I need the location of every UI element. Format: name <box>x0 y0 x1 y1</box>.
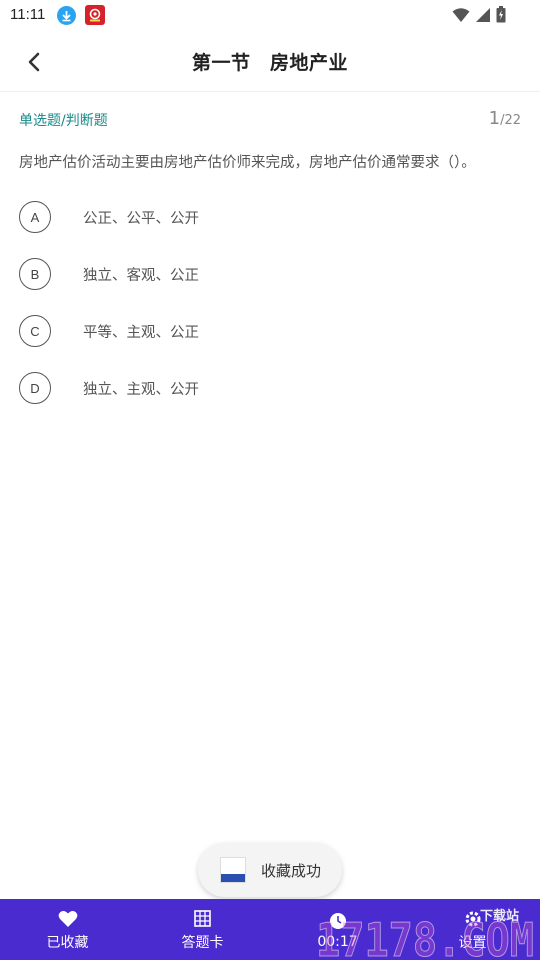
tab-favorites[interactable]: 已收藏 <box>0 899 135 960</box>
option-b[interactable]: B 独立、客观、公正 <box>19 257 519 291</box>
clock-icon <box>329 910 347 932</box>
tab-label: 答题卡 <box>181 934 224 951</box>
toast-text: 收藏成功 <box>261 861 322 880</box>
option-text: 平等、主观、公正 <box>83 324 199 341</box>
question-total: /22 <box>500 113 521 128</box>
tab-settings[interactable]: 设置 <box>405 899 540 960</box>
download-icon <box>57 6 76 25</box>
question-current-number: 1 <box>488 108 501 129</box>
option-a[interactable]: A 公正、公平、公开 <box>19 200 519 234</box>
page-title: 第一节 房地产业 <box>191 52 348 74</box>
question-type-label: 单选题/判断题 <box>19 113 108 129</box>
bottom-bar: 已收藏 答题卡 00:17 设置 <box>0 899 540 960</box>
app-logo-icon <box>220 857 246 883</box>
status-indicators <box>452 6 506 27</box>
status-bar: 11:11 <box>0 0 540 32</box>
tab-label: 设置 <box>458 934 487 951</box>
status-time: 11:11 <box>10 6 46 23</box>
option-d[interactable]: D 独立、主观、公开 <box>19 371 519 405</box>
option-text: 公正、公平、公开 <box>83 210 199 227</box>
option-letter: A <box>19 201 51 233</box>
signal-icon <box>475 7 491 27</box>
wifi-icon <box>452 7 470 27</box>
battery-icon <box>496 6 506 27</box>
question-progress: 1/22 <box>489 108 521 129</box>
option-text: 独立、主观、公开 <box>83 381 199 398</box>
tab-answer-card[interactable]: 答题卡 <box>135 899 270 960</box>
option-text: 独立、客观、公正 <box>83 267 199 284</box>
toast: 收藏成功 <box>198 843 342 897</box>
grid-card-icon <box>194 908 211 930</box>
option-letter: D <box>19 372 51 404</box>
header: 第一节 房地产业 <box>0 32 540 92</box>
tab-timer[interactable]: 00:17 <box>270 899 405 960</box>
question-text: 房地产估价活动主要由房地产估价师来完成，房地产估价通常要求（）。 <box>19 155 476 171</box>
heart-icon <box>58 908 78 930</box>
option-letter: B <box>19 258 51 290</box>
tab-label: 00:17 <box>317 933 358 950</box>
option-c[interactable]: C 平等、主观、公正 <box>19 314 519 348</box>
option-letter: C <box>19 315 51 347</box>
tab-label: 已收藏 <box>46 934 89 951</box>
app-badge-icon <box>85 5 105 25</box>
settings-icon <box>464 908 482 930</box>
